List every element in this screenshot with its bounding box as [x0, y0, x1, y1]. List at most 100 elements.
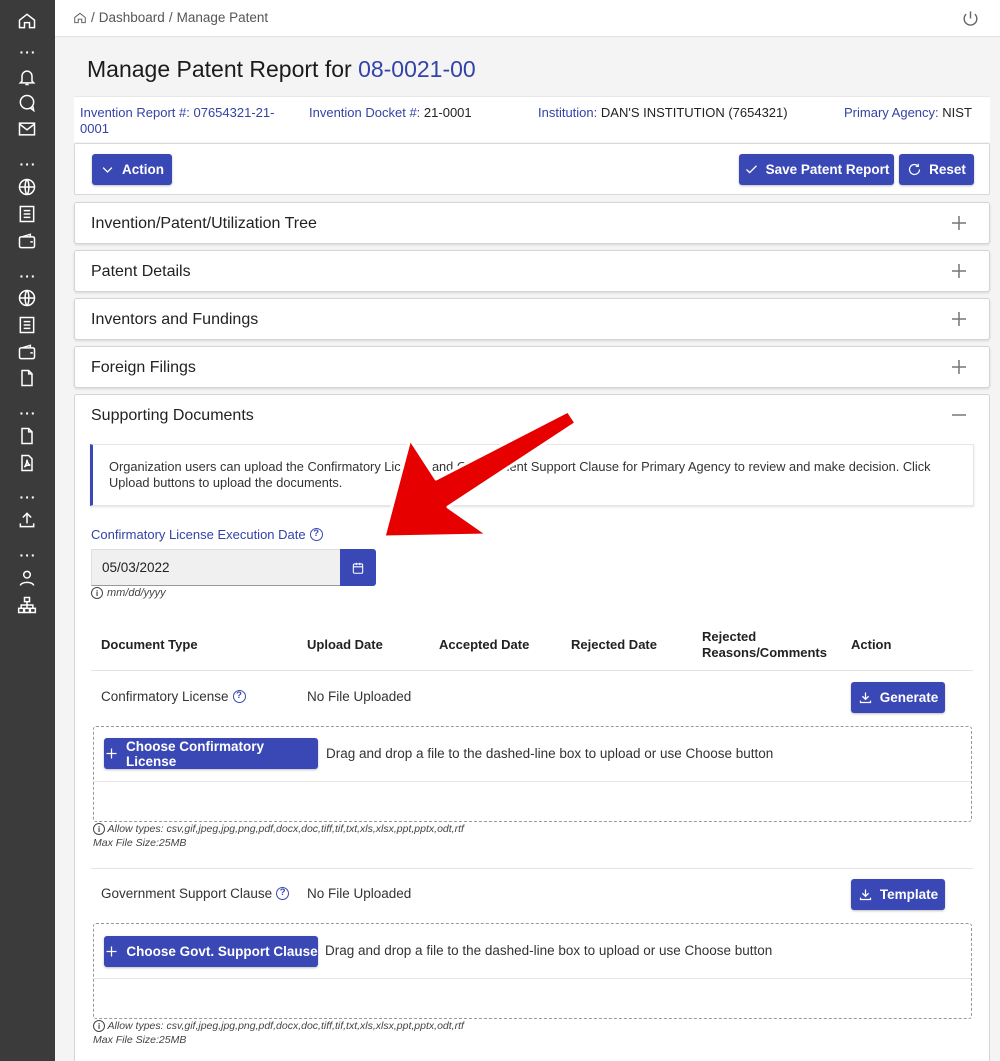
accordion-patent-details[interactable]: Patent Details — [74, 250, 990, 292]
breadcrumb-dashboard[interactable]: Dashboard — [99, 10, 165, 25]
org-chart-icon[interactable] — [16, 594, 38, 616]
download-icon — [859, 692, 871, 704]
plus-icon — [106, 946, 117, 957]
institution-info: Institution: DAN'S INSTITUTION (7654321) — [538, 105, 788, 121]
file-icon[interactable] — [16, 425, 38, 447]
accordion-foreign-filings[interactable]: Foreign Filings — [74, 346, 990, 388]
agency-info: Primary Agency: NIST — [844, 105, 972, 121]
choose-confirmatory-license-button[interactable]: Choose Confirmatory License — [104, 738, 318, 769]
allow-types-text: Allow types: csv,gif,jpeg,jpg,png,pdf,do… — [107, 1020, 464, 1032]
home-icon[interactable] — [73, 11, 87, 25]
col-rejected-reasons-line1: Rejected — [702, 629, 757, 644]
top-bar: / Dashboard / Manage Patent — [55, 0, 1000, 37]
file-type-hint: i Allow types: csv,gif,jpeg,jpg,png,pdf,… — [93, 822, 464, 850]
generate-button[interactable]: Generate — [851, 682, 945, 713]
date-format-text: mm/dd/yyyy — [107, 587, 166, 599]
col-accepted-date: Accepted Date — [439, 637, 530, 652]
upload-icon[interactable] — [16, 509, 38, 531]
accordion-label: Supporting Documents — [91, 407, 254, 424]
invention-report-label: Invention Report #: — [80, 105, 190, 120]
date-label-text: Confirmatory License Execution Date — [91, 527, 306, 542]
reset-button[interactable]: Reset — [899, 154, 974, 185]
date-field-label: Confirmatory License Execution Date ? — [91, 527, 323, 542]
help-icon[interactable]: ? — [309, 528, 323, 541]
help-icon[interactable]: ? — [276, 887, 290, 900]
more-dots-icon: ··· — [19, 489, 37, 505]
table-row-document-type: Government Support Clause ? — [101, 886, 290, 901]
reset-button-label: Reset — [929, 162, 966, 177]
file-icon[interactable] — [16, 367, 38, 389]
action-button[interactable]: Action — [92, 154, 172, 185]
more-dots-icon: ··· — [19, 405, 37, 421]
calendar-icon — [352, 562, 364, 574]
invention-report-info: Invention Report #: 07654321-21- 0001 — [80, 105, 290, 137]
upload-date-cell: No File Uploaded — [307, 886, 412, 901]
invention-report-value-cont: 0001 — [80, 121, 109, 136]
wallet-icon[interactable] — [16, 341, 38, 363]
globe-icon[interactable] — [16, 176, 38, 198]
plus-icon[interactable] — [951, 263, 967, 279]
execution-date-input[interactable]: 05/03/2022 — [91, 549, 341, 586]
generate-button-label: Generate — [879, 690, 939, 705]
template-button[interactable]: Template — [851, 879, 945, 910]
more-dots-icon: ··· — [19, 156, 37, 172]
notice-text-line2: Upload buttons to upload the documents. — [109, 475, 343, 490]
info-icon: i — [93, 823, 105, 835]
doc-type-text: Confirmatory License — [101, 689, 229, 704]
accordion-label: Foreign Filings — [91, 359, 196, 376]
power-icon[interactable] — [961, 9, 980, 28]
chat-icon[interactable] — [16, 92, 38, 114]
info-icon: i — [93, 1020, 105, 1032]
save-button-label: Save Patent Report — [765, 162, 890, 177]
date-format-hint: i mm/dd/yyyy — [91, 587, 166, 599]
check-icon — [745, 165, 757, 174]
accordion-label: Inventors and Fundings — [91, 311, 259, 328]
accordion-inventors-fundings[interactable]: Inventors and Fundings — [74, 298, 990, 340]
save-patent-report-button[interactable]: Save Patent Report — [739, 154, 894, 185]
plus-icon[interactable] — [951, 359, 967, 375]
breadcrumb: / Dashboard / Manage Patent — [73, 10, 268, 25]
calendar-button[interactable] — [340, 549, 376, 586]
page-title-id: 08-0021-00 — [358, 56, 476, 82]
agency-value: NIST — [942, 105, 972, 120]
bell-icon[interactable] — [16, 66, 38, 88]
page-title-prefix: Manage Patent Report for — [87, 56, 352, 82]
pdf-icon[interactable] — [16, 452, 38, 474]
col-rejected-reasons-line2: Reasons/Comments — [702, 645, 827, 660]
wallet-icon[interactable] — [16, 230, 38, 252]
institution-label: Institution: — [538, 105, 598, 120]
max-size-text: Max File Size:25MB — [93, 837, 187, 849]
user-icon[interactable] — [16, 567, 38, 589]
more-dots-icon: ··· — [19, 268, 37, 284]
invention-report-value: 07654321-21- — [193, 105, 275, 120]
chevron-down-icon — [102, 167, 113, 173]
table-row-document-type: Confirmatory License ? — [101, 689, 246, 704]
action-button-label: Action — [122, 162, 164, 177]
page-title: Manage Patent Report for 08-0021-00 — [87, 56, 476, 83]
choose-button-label: Choose Confirmatory License — [126, 738, 265, 769]
institution-value: DAN'S INSTITUTION (7654321) — [600, 105, 788, 120]
notice-text-line1: Organization users can upload the Confir… — [109, 459, 931, 474]
plus-icon[interactable] — [951, 311, 967, 327]
more-dots-icon: ··· — [19, 44, 37, 60]
home-icon[interactable] — [16, 10, 38, 32]
breadcrumb-current: Manage Patent — [176, 10, 269, 25]
col-document-type: Document Type — [101, 637, 198, 652]
info-notice: Organization users can upload the Confir… — [90, 444, 974, 506]
mail-icon[interactable] — [16, 118, 38, 140]
globe-icon[interactable] — [16, 287, 38, 309]
help-icon[interactable]: ? — [232, 690, 246, 703]
col-action: Action — [851, 637, 892, 652]
choose-govt-support-clause-button[interactable]: Choose Govt. Support Clause — [104, 936, 318, 967]
download-icon — [859, 889, 871, 901]
table-divider — [91, 868, 973, 869]
list-icon[interactable] — [16, 314, 38, 336]
accordion-label: Invention/Patent/Utilization Tree — [91, 215, 317, 232]
col-rejected-reasons: Rejected Reasons/Comments — [702, 629, 827, 661]
minus-icon[interactable] — [951, 407, 967, 423]
choose-button-label: Choose Govt. Support Clause — [126, 944, 318, 959]
accordion-invention-tree[interactable]: Invention/Patent/Utilization Tree — [74, 202, 990, 244]
more-dots-icon: ··· — [19, 547, 37, 563]
plus-icon[interactable] — [951, 215, 967, 231]
list-icon[interactable] — [16, 203, 38, 225]
